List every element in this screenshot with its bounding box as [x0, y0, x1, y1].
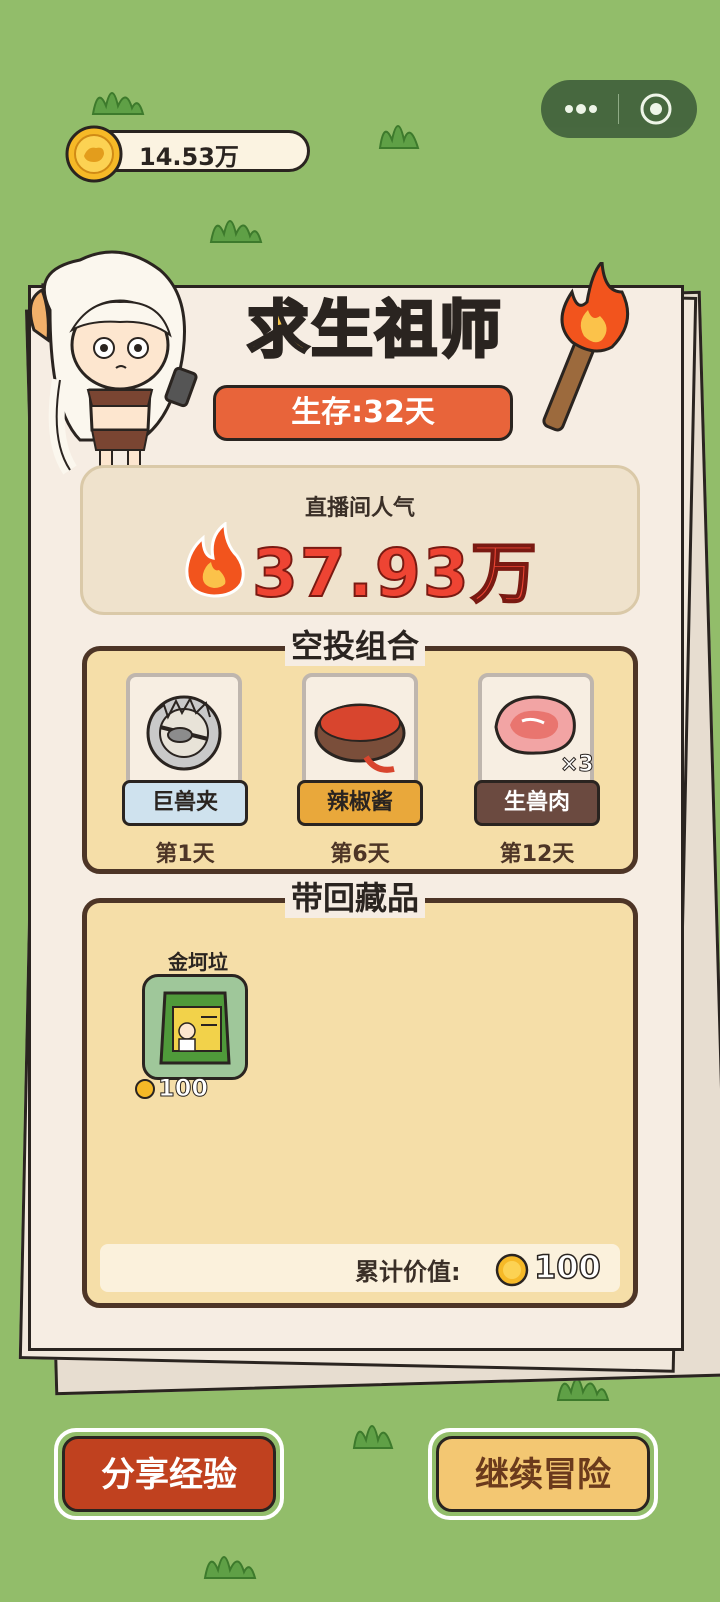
fire-icon: [185, 522, 245, 598]
item-day: 第1天: [155, 842, 215, 867]
item-label-raw-meat: 生兽肉: [474, 780, 600, 826]
continue-adventure-button[interactable]: 继续冒险: [428, 1428, 658, 1520]
popularity-label: 直播间人气: [304, 496, 415, 521]
fertilizer-bag-icon: [159, 991, 231, 1065]
collectible-item[interactable]: [142, 974, 248, 1080]
gold-coin-icon: [135, 1079, 155, 1099]
collectible-price: 100: [157, 1074, 209, 1103]
chili-sauce-bowl-icon: [314, 703, 406, 773]
share-experience-button[interactable]: 分享经验: [54, 1428, 284, 1520]
cavegirl-character-avatar: [28, 250, 198, 487]
total-value-label: 累计价值:: [355, 1258, 461, 1286]
airdrop-title: 空投组合: [285, 626, 426, 666]
share-button-face: 分享经验: [62, 1436, 276, 1512]
more-dots-icon[interactable]: [561, 96, 601, 122]
collection-title: 带回藏品: [285, 878, 426, 918]
share-button-label: 分享经验: [101, 1455, 237, 1495]
gold-coin-icon: [65, 125, 123, 183]
popularity-value: 37.93万: [251, 534, 539, 613]
grass-decoration: [203, 1556, 257, 1579]
gold-coin-icon: [495, 1253, 529, 1287]
item-label-chili-sauce: 辣椒酱: [297, 780, 423, 826]
collectible-name: 金坷垃: [168, 950, 228, 974]
coin-balance-value: 14.53万: [139, 143, 239, 171]
grass-decoration: [378, 125, 420, 149]
target-close-icon[interactable]: [639, 92, 673, 126]
game-title: 求生祖师: [245, 292, 503, 368]
grass-decoration: [91, 92, 145, 115]
item-name: 巨兽夹: [151, 790, 218, 815]
bear-trap-icon: [146, 695, 222, 771]
item-label-trap: 巨兽夹: [122, 780, 248, 826]
item-slot-chili-sauce[interactable]: [302, 673, 418, 789]
miniprogram-capsule: [541, 80, 697, 138]
item-slot-trap[interactable]: [126, 673, 242, 789]
item-quantity: ×3: [560, 752, 595, 778]
grass-decoration: [352, 1425, 394, 1449]
grass-decoration: [209, 220, 263, 243]
continue-button-label: 继续冒险: [475, 1455, 611, 1495]
item-name: 辣椒酱: [326, 790, 393, 815]
continue-button-face: 继续冒险: [436, 1436, 650, 1512]
item-name: 生兽肉: [503, 790, 570, 815]
item-day: 第6天: [330, 842, 390, 867]
item-day: 第12天: [499, 842, 575, 867]
capsule-divider: [618, 94, 619, 124]
survival-days-badge: 生存:32天: [213, 385, 513, 441]
total-value-amount: 100: [533, 1247, 601, 1287]
